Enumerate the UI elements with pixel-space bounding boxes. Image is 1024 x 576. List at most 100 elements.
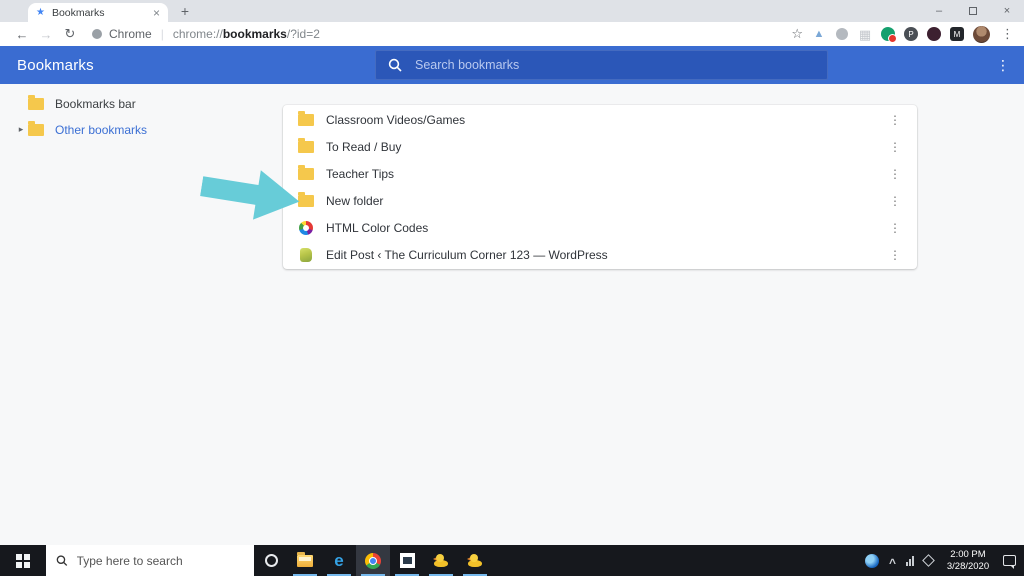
bookmark-label: To Read / Buy	[326, 139, 402, 154]
browser-actions: ☆ ▲ ▦ P M ⋮	[791, 25, 1014, 43]
restore-button[interactable]	[956, 0, 990, 22]
bookmark-star-icon: ★	[36, 6, 45, 18]
close-button[interactable]: ×	[990, 0, 1024, 22]
taskbar-edge[interactable]: e	[322, 545, 356, 576]
bookmarks-content: ▸ Bookmarks bar ▸ Other bookmarks Classr…	[0, 84, 1024, 545]
file-explorer-icon	[297, 551, 313, 567]
omnibox[interactable]: Chrome | chrome://bookmarks/?id=2	[92, 27, 791, 41]
row-menu-icon[interactable]: ⋮	[886, 194, 904, 208]
sidebar-item-bookmarks-bar[interactable]: ▸ Bookmarks bar	[0, 90, 268, 117]
bookmark-label: New folder	[326, 193, 384, 208]
row-menu-icon[interactable]: ⋮	[886, 221, 904, 235]
clock-date: 3/28/2020	[946, 560, 990, 572]
url-host: bookmarks	[222, 27, 287, 41]
windows-logo-icon	[16, 553, 30, 568]
url-divider: |	[160, 27, 164, 41]
edge-icon: e	[334, 551, 344, 570]
extension-icon-6[interactable]	[927, 27, 941, 41]
taskbar-cortana[interactable]	[254, 545, 288, 576]
taskbar-app-duck-1[interactable]	[424, 545, 458, 576]
extension-icon-1[interactable]: ▲	[812, 27, 826, 41]
site-favicon	[300, 247, 312, 262]
bookmarks-search-box[interactable]	[375, 50, 828, 80]
maroon-circle-icon	[927, 27, 941, 41]
url-prefix: chrome://	[172, 27, 223, 41]
p-circle-icon: P	[904, 27, 918, 41]
engine-label: Chrome	[109, 27, 152, 41]
folder-icon	[298, 137, 314, 153]
site-icon	[92, 29, 102, 39]
row-menu-icon[interactable]: ⋮	[886, 113, 904, 127]
bookmark-row-teacher-tips[interactable]: Teacher Tips ⋮	[283, 160, 917, 187]
search-icon	[56, 555, 68, 566]
extension-icon-5[interactable]: P	[904, 27, 918, 41]
green-badge-icon	[881, 27, 895, 41]
taskbar-photos[interactable]	[390, 545, 424, 576]
bookmarks-list: Classroom Videos/Games ⋮ To Read / Buy ⋮…	[283, 105, 917, 269]
sidebar-item-other-bookmarks[interactable]: ▸ Other bookmarks	[0, 116, 268, 143]
taskbar-search-input[interactable]	[76, 553, 244, 568]
bookmark-row-edit-post-wordpress[interactable]: Edit Post ‹ The Curriculum Corner 123 — …	[283, 241, 917, 268]
address-bar: ← → ↻ Chrome | chrome://bookmarks/?id=2 …	[0, 22, 1024, 46]
bookmark-this-page-icon[interactable]: ☆	[791, 26, 803, 42]
page-title: Bookmarks	[17, 56, 94, 74]
tab-close-icon[interactable]: ×	[153, 7, 160, 19]
extension-icon-3[interactable]: ▦	[858, 27, 872, 41]
row-menu-icon[interactable]: ⋮	[886, 140, 904, 154]
windows-taskbar: e ^ 2:00 PM 3/28/2020	[0, 545, 1024, 576]
start-button[interactable]	[0, 545, 46, 576]
folder-icon	[28, 94, 44, 110]
taskbar-file-explorer[interactable]	[288, 545, 322, 576]
window-controls: – ×	[922, 0, 1024, 22]
bookmark-row-classroom-videos[interactable]: Classroom Videos/Games ⋮	[283, 106, 917, 133]
taskbar-chrome[interactable]	[356, 545, 390, 576]
action-center-icon[interactable]	[1003, 555, 1016, 569]
expand-icon[interactable]: ▸	[14, 124, 28, 135]
bookmark-label: Edit Post ‹ The Curriculum Corner 123 — …	[326, 247, 608, 262]
search-icon	[388, 58, 402, 72]
restore-icon	[969, 7, 977, 15]
taskbar-app-duck-2[interactable]	[458, 545, 492, 576]
browser-tab-bookmarks[interactable]: ★ Bookmarks ×	[28, 3, 168, 22]
refresh-icon[interactable]: ↻	[58, 26, 82, 42]
profile-avatar[interactable]	[973, 25, 990, 43]
taskbar-search[interactable]	[46, 545, 254, 576]
m-square-icon: M	[950, 27, 964, 41]
sidebar-item-label: Bookmarks bar	[55, 96, 136, 111]
tray-chevron-icon[interactable]: ^	[889, 556, 896, 570]
extension-icon-4[interactable]	[881, 27, 895, 41]
row-menu-icon[interactable]: ⋮	[886, 167, 904, 181]
bookmark-label: Teacher Tips	[326, 166, 395, 181]
bookmarks-search-input[interactable]	[415, 58, 815, 72]
gray-ball-icon	[836, 28, 848, 40]
duck-icon	[466, 554, 483, 567]
back-icon[interactable]: ←	[10, 27, 34, 42]
url-text: chrome://bookmarks/?id=2	[173, 27, 320, 41]
sidebar-item-label: Other bookmarks	[55, 122, 148, 137]
cortana-icon	[264, 554, 278, 567]
triangle-icon: ▲	[813, 27, 825, 40]
bookmark-row-new-folder[interactable]: New folder ⋮	[283, 187, 917, 214]
bookmarks-header: Bookmarks ⋮	[0, 46, 1024, 84]
url-suffix: /?id=2	[286, 27, 320, 41]
minimize-button[interactable]: –	[922, 0, 956, 22]
browser-menu-icon[interactable]: ⋮	[1001, 26, 1014, 42]
duck-icon	[432, 554, 449, 567]
taskbar-clock[interactable]: 2:00 PM 3/28/2020	[943, 549, 993, 573]
bookmarks-menu-icon[interactable]: ⋮	[996, 46, 1010, 84]
row-menu-icon[interactable]: ⋮	[886, 248, 904, 262]
color-wheel-favicon	[299, 220, 313, 235]
forward-icon: →	[39, 26, 53, 42]
bookmark-row-to-read-buy[interactable]: To Read / Buy ⋮	[283, 133, 917, 160]
dropbox-icon[interactable]	[922, 554, 935, 567]
bookmark-label: HTML Color Codes	[326, 220, 429, 235]
network-icon[interactable]	[906, 555, 914, 566]
new-tab-button[interactable]: +	[176, 4, 194, 20]
photos-icon	[399, 553, 415, 568]
extension-icon-2[interactable]	[835, 27, 849, 41]
extension-icon-7[interactable]: M	[950, 27, 964, 41]
bookmark-row-html-color-codes[interactable]: HTML Color Codes ⋮	[283, 214, 917, 241]
folder-icon	[28, 120, 44, 136]
tray-app-icon[interactable]	[864, 553, 879, 568]
grid-icon: ▦	[858, 26, 872, 42]
